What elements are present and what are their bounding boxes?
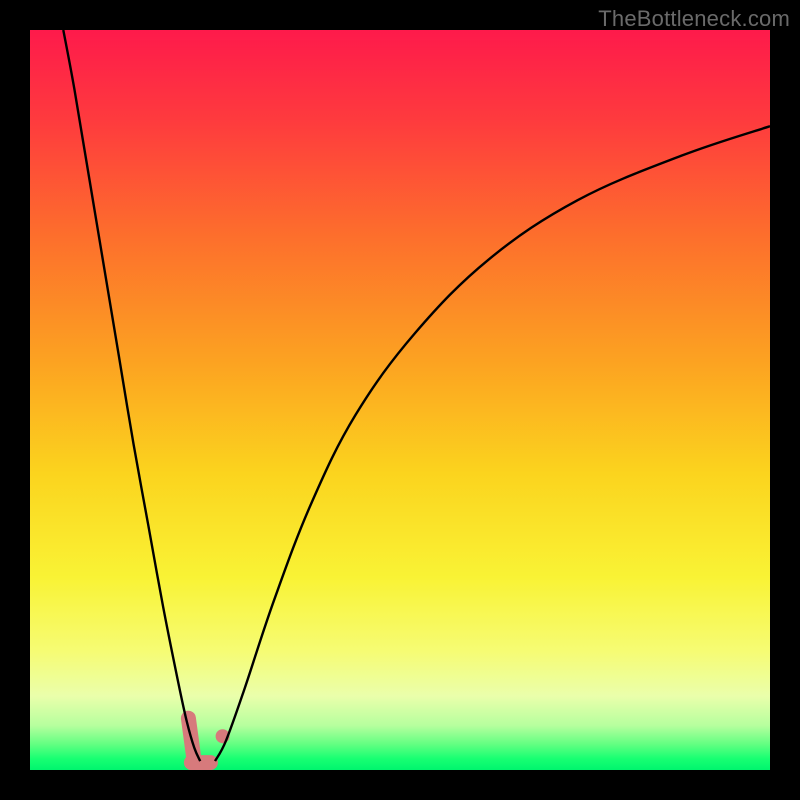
watermark-text: TheBottleneck.com: [598, 6, 790, 32]
outer-frame: TheBottleneck.com: [0, 0, 800, 800]
curve-left-branch: [63, 30, 200, 761]
curve-right-branch: [215, 126, 770, 761]
min-marker: [188, 718, 229, 762]
plot-area: [30, 30, 770, 770]
curves-layer: [30, 30, 770, 770]
